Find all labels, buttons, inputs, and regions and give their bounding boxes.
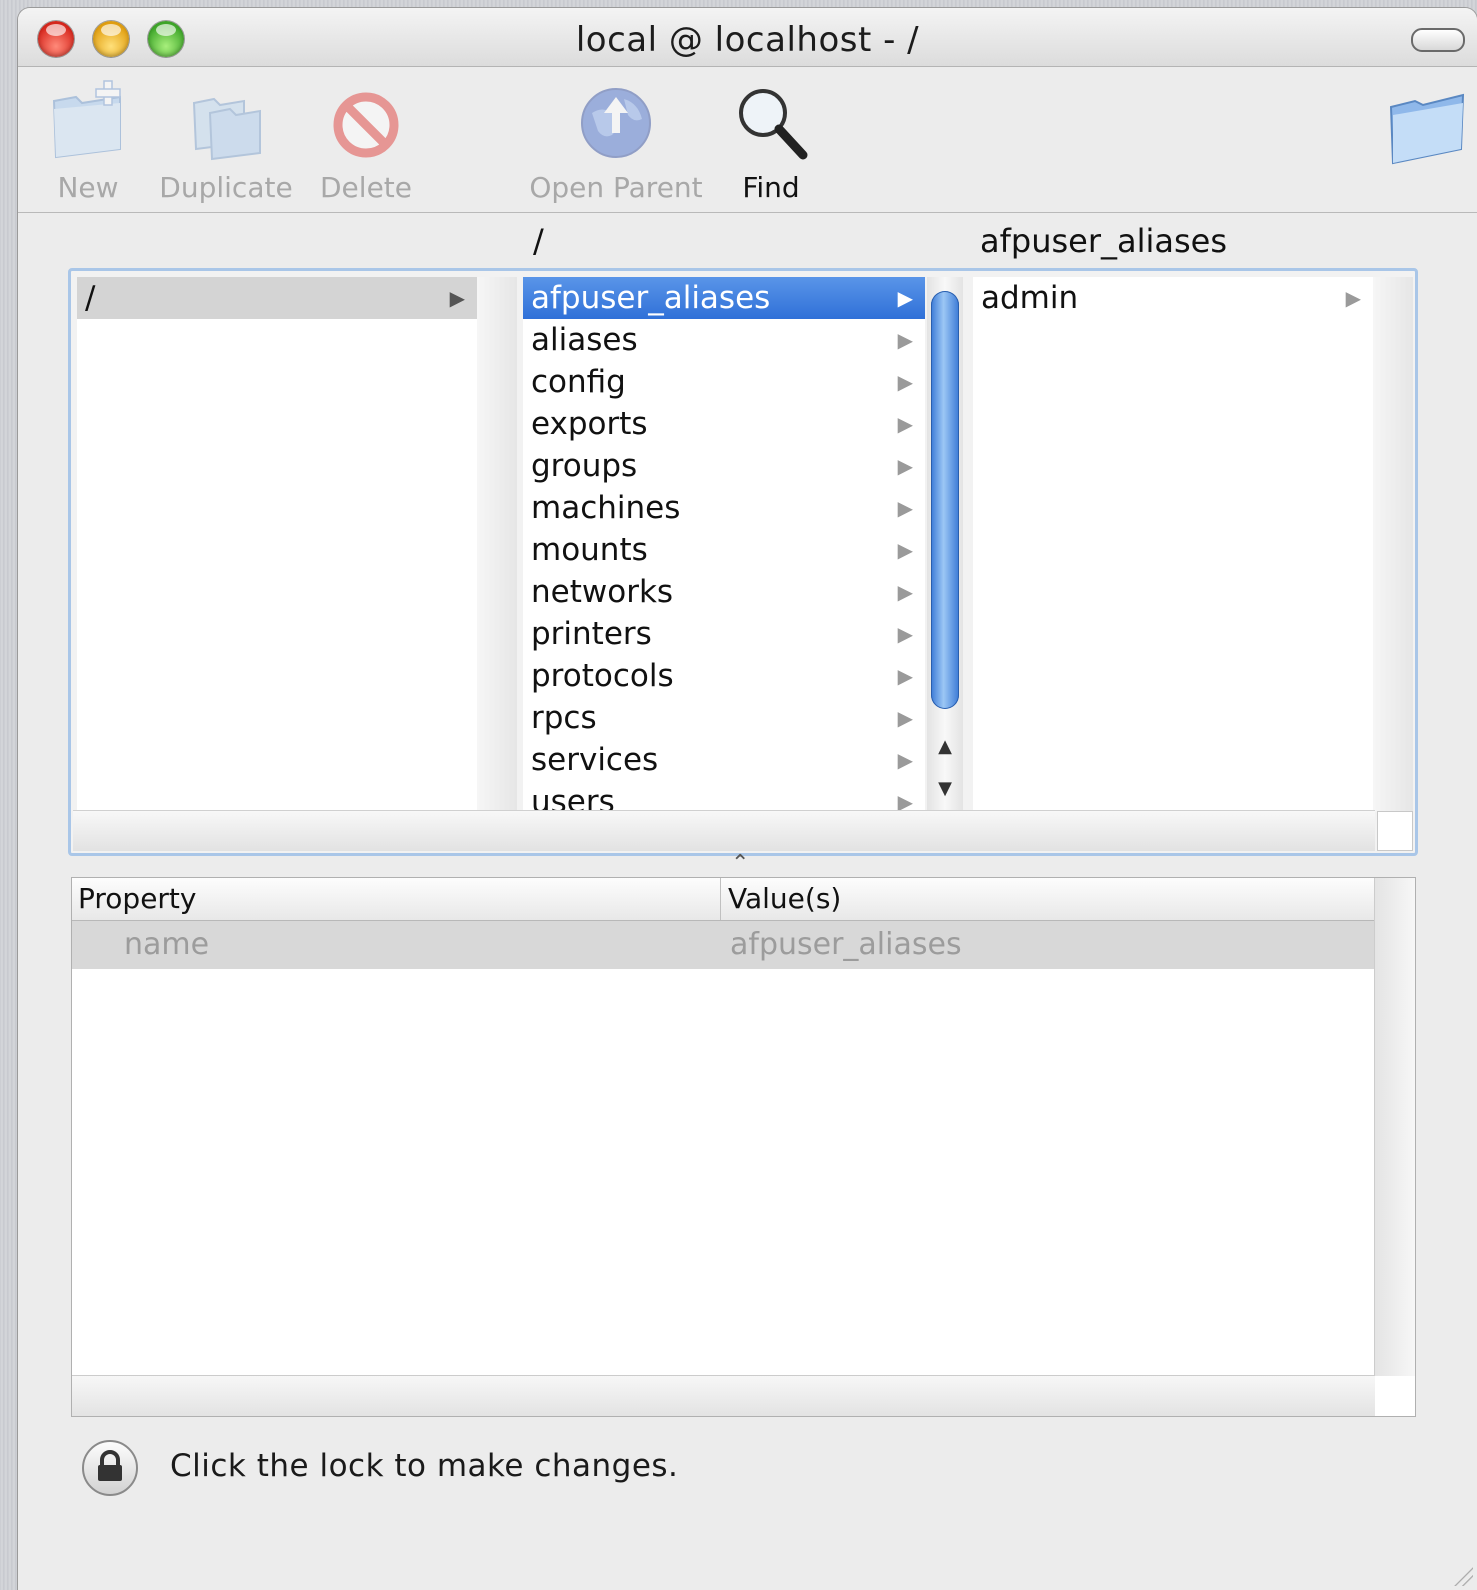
scroll-corner [1377, 811, 1413, 851]
list-item-label: groups [531, 448, 638, 484]
lock-button[interactable] [82, 1440, 138, 1496]
column-header-property[interactable]: Property [72, 878, 196, 920]
directory-window: local @ localhost - / New Duplicate Dele… [18, 8, 1477, 1590]
new-button[interactable]: New [38, 79, 138, 204]
list-item[interactable]: config ▶ [523, 361, 925, 403]
find-button[interactable]: Find [726, 79, 816, 204]
disclosure-arrow-icon: ▶ [897, 580, 913, 604]
disclosure-arrow-icon: ▶ [897, 328, 913, 352]
list-item-root[interactable]: / ▶ [77, 277, 477, 319]
properties-table: Property Value(s) name afpuser_aliases [71, 877, 1416, 1417]
disclosure-arrow-icon: ▶ [897, 412, 913, 436]
toolbar: New Duplicate Delete Open Parent Find [18, 67, 1477, 213]
column-divider[interactable] [720, 878, 721, 920]
disclosure-arrow-icon: ▶ [897, 496, 913, 520]
magnifier-icon [729, 79, 813, 163]
list-item-label: exports [531, 406, 648, 442]
toolbar-toggle-button[interactable] [1411, 28, 1465, 52]
disclosure-arrow-icon: ▶ [897, 538, 913, 562]
list-item[interactable]: aliases ▶ [523, 319, 925, 361]
list-item-label: / [85, 280, 96, 316]
list-item[interactable]: machines ▶ [523, 487, 925, 529]
duplicate-button-label: Duplicate [159, 171, 293, 204]
resize-grip-icon[interactable] [1449, 1562, 1473, 1586]
table-vertical-scrollbar[interactable] [1374, 878, 1415, 1376]
disclosure-arrow-icon: ▶ [897, 454, 913, 478]
folder-icon[interactable] [1385, 83, 1469, 167]
title-bar: local @ localhost - / [18, 8, 1477, 67]
disclosure-arrow-icon: ▶ [897, 370, 913, 394]
list-item-label: rpcs [531, 700, 597, 736]
open-parent-button[interactable]: Open Parent [526, 79, 706, 204]
table-row[interactable]: name afpuser_aliases [72, 921, 1375, 969]
list-item[interactable]: exports ▶ [523, 403, 925, 445]
lock-status-text: Click the lock to make changes. [170, 1448, 679, 1484]
list-item-label: aliases [531, 322, 638, 358]
table-horizontal-scrollbar[interactable] [72, 1375, 1375, 1416]
list-item[interactable]: networks ▶ [523, 571, 925, 613]
column-divider[interactable] [477, 277, 517, 812]
scroll-down-arrow-icon[interactable]: ▼ [927, 769, 963, 809]
list-item-label: afpuser_aliases [531, 280, 771, 316]
delete-button-label: Delete [320, 171, 412, 204]
disclosure-arrow-icon: ▶ [897, 286, 913, 310]
disclosure-arrow-icon: ▶ [897, 706, 913, 730]
column-divider[interactable] [1373, 277, 1413, 812]
list-item-label: machines [531, 490, 681, 526]
list-item[interactable]: printers ▶ [523, 613, 925, 655]
browser-horizontal-scrollbar[interactable] [73, 810, 1375, 851]
list-item-label: printers [531, 616, 652, 652]
window-title: local @ localhost - / [575, 20, 920, 60]
list-item[interactable]: rpcs ▶ [523, 697, 925, 739]
list-item[interactable]: users ▶ [523, 781, 925, 812]
duplicate-icon [184, 79, 268, 163]
browser-column-2[interactable]: afpuser_aliases ▶ aliases ▶ config ▶ export… [523, 277, 925, 812]
column-2-scrollbar[interactable]: ▲ ▼ [927, 277, 963, 812]
column-header-afpuser-aliases: afpuser_aliases [980, 222, 1228, 260]
open-parent-globe-icon [574, 79, 658, 163]
split-view-handle-icon[interactable]: ⌃ [731, 851, 749, 876]
value-cell: afpuser_aliases [730, 927, 962, 962]
find-button-label: Find [742, 171, 800, 204]
disclosure-arrow-icon: ▶ [449, 286, 465, 310]
list-item[interactable]: mounts ▶ [523, 529, 925, 571]
disclosure-arrow-icon: ▶ [1345, 286, 1361, 310]
list-item-label: config [531, 364, 626, 400]
duplicate-button[interactable]: Duplicate [156, 79, 296, 204]
table-header: Property Value(s) [72, 878, 1375, 921]
new-folder-icon [46, 79, 130, 163]
open-parent-button-label: Open Parent [529, 171, 703, 204]
column-browser: / ▶ afpuser_aliases ▶ aliases ▶ config ▶ ex… [68, 268, 1418, 856]
list-item-label: users [531, 784, 615, 812]
disclosure-arrow-icon: ▶ [897, 748, 913, 772]
delete-icon [324, 79, 408, 163]
column-header-values[interactable]: Value(s) [722, 878, 841, 920]
browser-column-3[interactable]: admin ▶ [973, 277, 1373, 812]
list-item-label: services [531, 742, 659, 778]
column-header-root: / [533, 222, 544, 260]
disclosure-arrow-icon: ▶ [897, 664, 913, 688]
browser-column-1[interactable]: / ▶ [77, 277, 477, 812]
list-item[interactable]: afpuser_aliases ▶ [523, 277, 925, 319]
disclosure-arrow-icon: ▶ [897, 622, 913, 646]
scroll-up-arrow-icon[interactable]: ▲ [927, 727, 963, 767]
list-item[interactable]: services ▶ [523, 739, 925, 781]
new-button-label: New [57, 171, 119, 204]
property-cell: name [124, 927, 210, 962]
list-item-label: admin [981, 280, 1079, 316]
list-item[interactable]: groups ▶ [523, 445, 925, 487]
list-item-label: networks [531, 574, 674, 610]
list-item-label: protocols [531, 658, 674, 694]
list-item-label: mounts [531, 532, 648, 568]
list-item[interactable]: admin ▶ [973, 277, 1373, 319]
scrollbar-thumb[interactable] [931, 291, 959, 709]
disclosure-arrow-icon: ▶ [897, 790, 913, 812]
list-item[interactable]: protocols ▶ [523, 655, 925, 697]
delete-button[interactable]: Delete [316, 79, 416, 204]
lock-icon [98, 1450, 122, 1481]
